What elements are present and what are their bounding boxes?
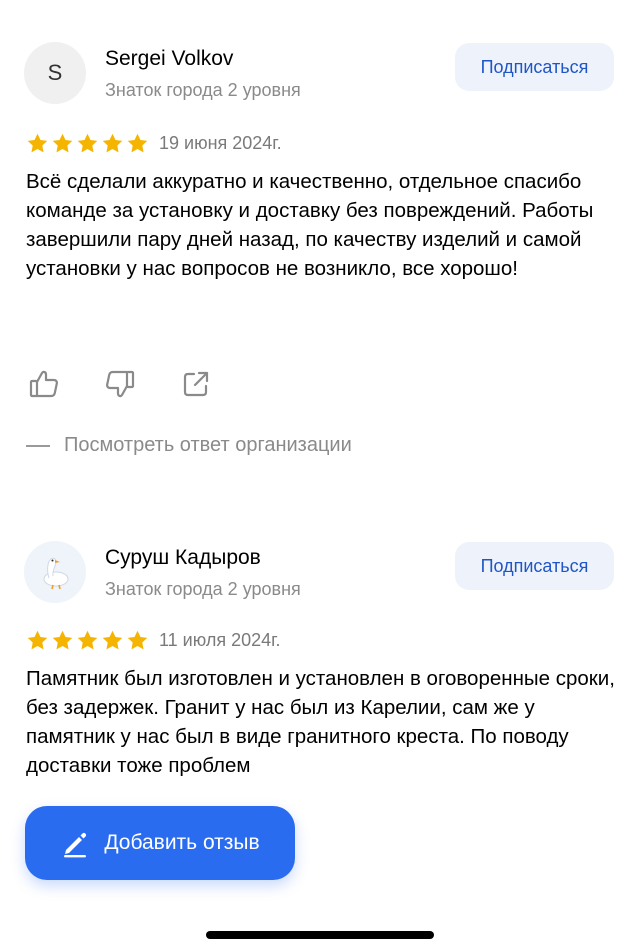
org-reply-link[interactable]: Посмотреть ответ организации xyxy=(26,434,352,457)
star-icon xyxy=(27,133,48,153)
author-name[interactable]: Sergei Volkov xyxy=(105,47,233,71)
divider xyxy=(26,444,50,447)
star-icon xyxy=(27,630,48,650)
star-icon xyxy=(52,133,73,153)
rating-stars xyxy=(26,629,149,652)
thumbs-up-icon[interactable] xyxy=(26,366,62,402)
pencil-icon xyxy=(64,832,87,858)
rating-stars xyxy=(26,132,149,155)
review-text: Всё сделали аккуратно и качественно, отд… xyxy=(26,170,594,280)
avatar[interactable]: S xyxy=(24,42,86,104)
subscribe-button[interactable]: Подписаться xyxy=(455,43,614,91)
star-icon xyxy=(52,630,73,650)
star-icon xyxy=(77,133,98,153)
review-actions xyxy=(26,366,214,402)
avatar[interactable] xyxy=(24,541,86,603)
review-text: Памятник был изготовлен и установлен в о… xyxy=(26,667,615,777)
author-name[interactable]: Суруш Кадыров xyxy=(105,546,261,570)
home-indicator[interactable] xyxy=(206,931,434,939)
author-badge: Знаток города 2 уровня xyxy=(105,579,301,599)
star-icon xyxy=(77,630,98,650)
org-reply-label: Посмотреть ответ организации xyxy=(64,434,352,456)
star-icon xyxy=(127,630,148,650)
subscribe-button[interactable]: Подписаться xyxy=(455,542,614,590)
add-review-label: Добавить отзыв xyxy=(104,831,260,854)
star-icon xyxy=(102,630,123,650)
avatar-letter: S xyxy=(47,60,63,85)
add-review-button[interactable]: Добавить отзыв xyxy=(25,806,295,880)
review-date: 19 июня 2024г. xyxy=(159,133,282,153)
author-badge: Знаток города 2 уровня xyxy=(105,80,301,100)
goose-icon xyxy=(43,557,69,590)
review-date: 11 июля 2024г. xyxy=(159,630,281,650)
star-icon xyxy=(102,133,123,153)
thumbs-down-icon[interactable] xyxy=(102,366,138,402)
share-icon[interactable] xyxy=(178,366,214,402)
star-icon xyxy=(127,133,148,153)
